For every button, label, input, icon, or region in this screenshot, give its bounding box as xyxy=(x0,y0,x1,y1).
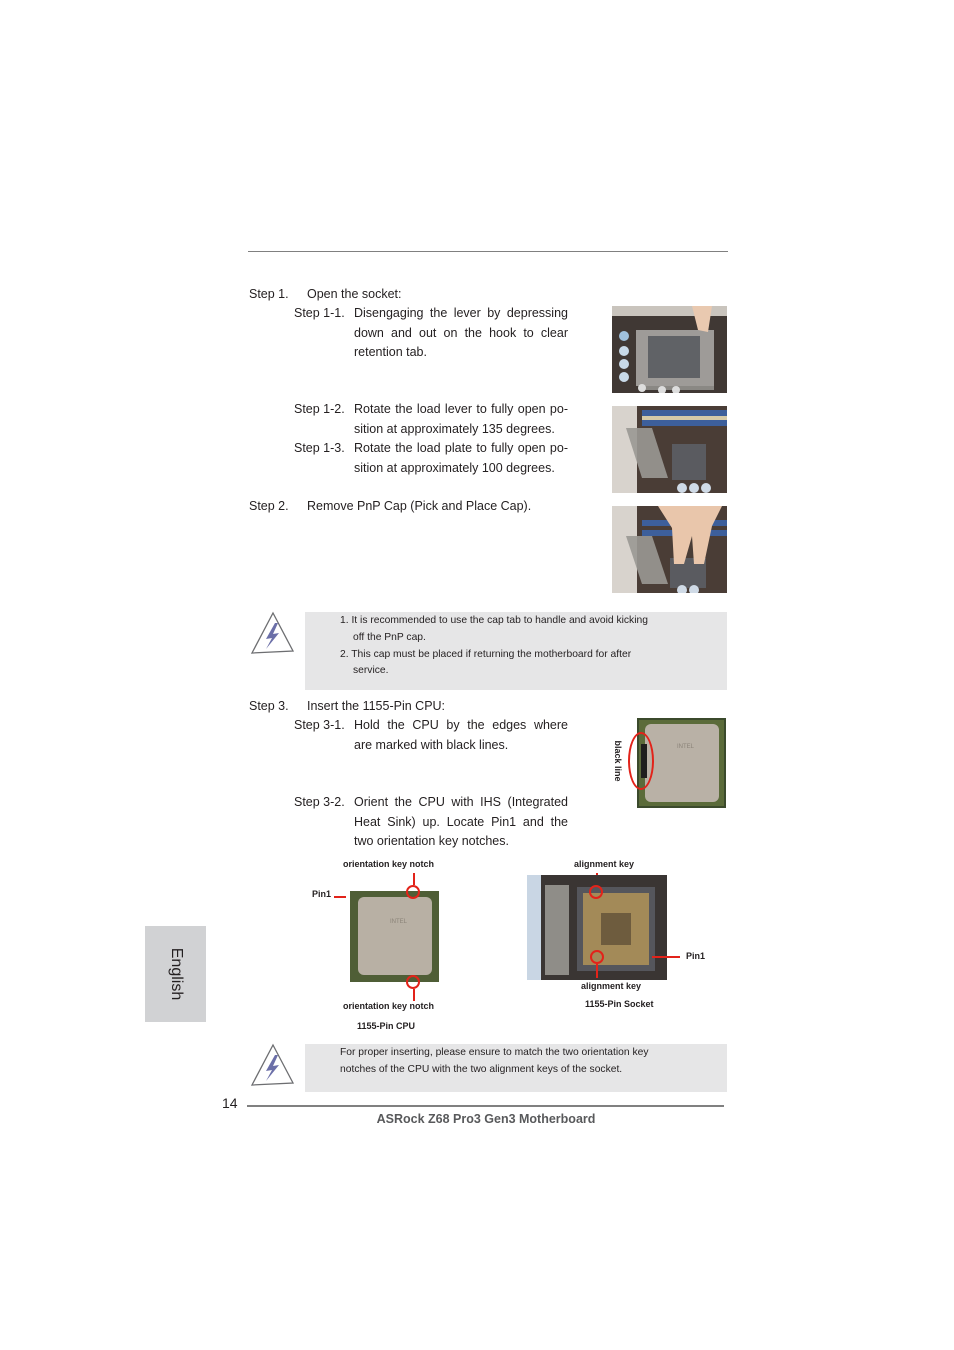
step-1-1-line: down and out on the hook to clear xyxy=(354,325,568,340)
footer-title: ASRock Z68 Pro3 Gen3 Motherboard xyxy=(376,1112,596,1126)
step-3-1-line: Hold the CPU by the edges where xyxy=(354,718,568,732)
socket-top-key-marker xyxy=(589,885,603,899)
cpu-caption: 1155-Pin CPU xyxy=(357,1021,416,1031)
note-line: For proper inserting, please ensure to m… xyxy=(340,1047,649,1058)
cpu-top-notch-marker xyxy=(406,885,420,899)
socket-bottom-key-label: alignment key xyxy=(581,981,642,991)
arrow-icon xyxy=(652,956,680,958)
step-1: Step 1. Open the socket: xyxy=(249,285,402,305)
step-3-2-line: two orientation key notches. xyxy=(354,834,509,848)
photo-cpu-top: INTEL xyxy=(350,891,439,982)
step-1-2-line: sition at approximately 135 degrees. xyxy=(354,421,555,436)
arrow-icon xyxy=(413,989,415,1001)
note-line: service. xyxy=(353,665,389,677)
step-2-number: Step 2. xyxy=(249,499,289,513)
step-1-1-number: Step 1-1. xyxy=(294,306,345,320)
step-3-number: Step 3. xyxy=(249,699,289,713)
step-3: Step 3. Insert the 1155-Pin CPU: xyxy=(249,697,445,717)
step-1-1: Step 1-1. Disengaging the lever by depre… xyxy=(294,304,568,359)
step-3-2-line: Heat Sink) up. Locate Pin1 and the xyxy=(354,814,568,829)
cpu-bottom-notch-label: orientation key notch xyxy=(343,1001,435,1011)
step-3-1: Step 3-1. Hold the CPU by the edges wher… xyxy=(294,716,568,752)
warning-lightning-icon xyxy=(249,1043,295,1087)
step-3-2: Step 3-2. Orient the CPU with IHS (Integ… xyxy=(294,793,568,848)
step-1-3-number: Step 1-3. xyxy=(294,441,345,455)
svg-text:INTEL: INTEL xyxy=(390,919,408,925)
socket-top-key-label: alignment key xyxy=(574,859,635,869)
step-3-1-number: Step 3-1. xyxy=(294,718,345,732)
socket-caption: 1155-Pin Socket xyxy=(585,999,654,1009)
step-1-1-line: retention tab. xyxy=(354,345,427,359)
language-tab: English xyxy=(145,926,206,1022)
step-1-1-line: Disengaging the lever by depressing xyxy=(354,306,568,320)
cpu-bottom-notch-marker xyxy=(406,975,420,989)
note-line: 1. It is recommended to use the cap tab … xyxy=(340,615,648,626)
black-line-label: black line xyxy=(613,740,623,782)
photo-socket-lever xyxy=(612,306,727,393)
footer-rule xyxy=(247,1105,724,1107)
step-2: Step 2. Remove PnP Cap (Pick and Place C… xyxy=(249,497,531,517)
note-line: off the PnP cap. xyxy=(353,631,426,643)
step-1-text: Open the socket: xyxy=(307,287,402,301)
black-line-highlight xyxy=(628,732,654,790)
language-tab-label: English xyxy=(167,947,185,1001)
note-line: notches of the CPU with the two alignmen… xyxy=(340,1063,623,1075)
step-3-2-number: Step 3-2. xyxy=(294,795,345,809)
arrow-icon xyxy=(413,873,415,885)
note-pnp-cap: 1. It is recommended to use the cap tab … xyxy=(305,612,727,690)
note-alignment: For proper inserting, please ensure to m… xyxy=(305,1044,727,1092)
svg-text:INTEL: INTEL xyxy=(677,744,695,750)
page-number: 14 xyxy=(222,1095,238,1111)
socket-bottom-key-marker xyxy=(590,950,604,964)
header-rule xyxy=(248,251,728,252)
step-1-3: Step 1-3. Rotate the load plate to fully… xyxy=(294,439,568,475)
step-1-2-line: Rotate the load lever to fully open po- xyxy=(354,402,568,416)
step-1-3-line: sition at approximately 100 degrees. xyxy=(354,460,555,475)
photo-remove-pnp-cap xyxy=(612,506,727,593)
step-1-2: Step 1-2. Rotate the load lever to fully… xyxy=(294,400,568,436)
warning-lightning-icon xyxy=(249,611,295,655)
step-1-3-line: Rotate the load plate to fully open po- xyxy=(354,441,568,455)
cpu-pin1-label: Pin1 xyxy=(312,889,332,899)
step-3-1-line: are marked with black lines. xyxy=(354,737,509,752)
step-2-text: Remove PnP Cap (Pick and Place Cap). xyxy=(307,499,532,513)
step-3-2-line: Orient the CPU with IHS (Integrated xyxy=(354,795,568,809)
photo-load-plate-open xyxy=(612,406,727,493)
socket-pin1-label: Pin1 xyxy=(686,951,706,961)
step-1-2-number: Step 1-2. xyxy=(294,402,345,416)
arrow-icon xyxy=(596,964,598,978)
cpu-top-notch-label: orientation key notch xyxy=(343,859,435,869)
arrow-icon xyxy=(334,896,346,898)
step-1-number: Step 1. xyxy=(249,287,289,301)
step-3-text: Insert the 1155-Pin CPU: xyxy=(307,699,446,713)
note-line: 2. This cap must be placed if returning … xyxy=(340,648,632,660)
